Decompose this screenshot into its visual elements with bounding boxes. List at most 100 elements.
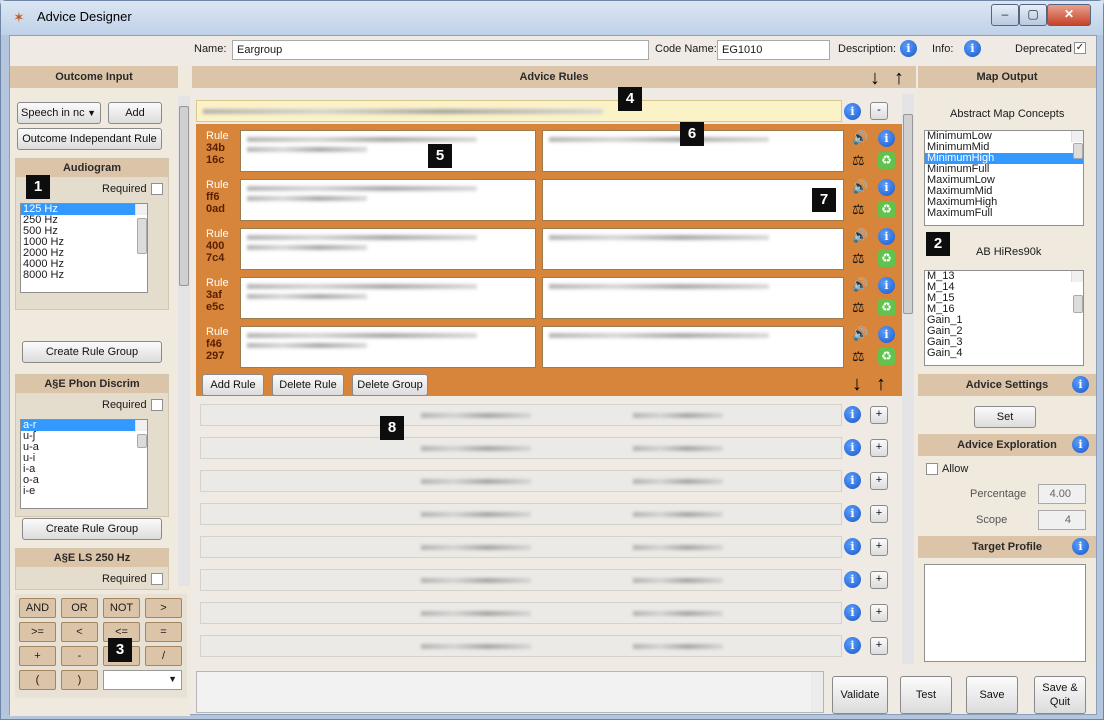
weight-icon[interactable]: ⚖ — [852, 299, 865, 316]
collapse-group-button[interactable]: - — [870, 102, 888, 120]
set-button[interactable]: Set — [974, 406, 1036, 428]
abstract-concepts-list[interactable]: MinimumLow MinimumMid MinimumHigh Minimu… — [924, 130, 1084, 226]
group-info-icon[interactable]: i — [844, 472, 861, 489]
phon-discrim-list-scroll-thumb[interactable] — [137, 434, 147, 448]
percentage-spinner[interactable]: 4.00 — [1038, 484, 1086, 504]
minus-operator-button[interactable]: - — [61, 646, 98, 666]
list-item[interactable]: a-r — [21, 420, 147, 431]
rule-action-box[interactable] — [542, 277, 844, 319]
outcome-type-dropdown[interactable]: Speech in nc ▼ — [17, 102, 101, 124]
rule-condition-box[interactable] — [240, 277, 536, 319]
advice-settings-info-icon[interactable]: i — [1072, 376, 1089, 393]
rule-action-box[interactable] — [542, 326, 844, 368]
not-operator-button[interactable]: NOT — [103, 598, 140, 618]
rules-scroll-thumb[interactable] — [903, 114, 913, 314]
gte-operator-button[interactable]: >= — [19, 622, 56, 642]
list-item[interactable]: MaximumFull — [925, 208, 1083, 219]
collapsed-rule-group[interactable] — [200, 503, 842, 525]
group-info-icon[interactable]: i — [844, 538, 861, 555]
list-item[interactable]: u-i — [21, 453, 147, 464]
speaker-icon[interactable]: 🔊 — [852, 277, 868, 293]
rule-info-icon[interactable]: i — [878, 326, 895, 343]
validate-button[interactable]: Validate — [832, 676, 888, 714]
group-info-icon[interactable]: i — [844, 439, 861, 456]
collapsed-rule-group[interactable] — [200, 536, 842, 558]
delete-group-button[interactable]: Delete Group — [352, 374, 428, 396]
outcome-independent-rule-button[interactable]: Outcome Independant Rule — [17, 128, 162, 150]
list-item[interactable]: o-a — [21, 475, 147, 486]
collapsed-rule-group[interactable] — [200, 404, 842, 426]
eq-operator-button[interactable]: = — [145, 622, 182, 642]
collapsed-rule-group[interactable] — [200, 602, 842, 624]
rule-action-box[interactable] — [542, 228, 844, 270]
move-rule-up-icon[interactable]: ↑ — [876, 374, 886, 394]
maximize-button[interactable]: ▢ — [1019, 4, 1047, 26]
group-info-icon[interactable]: i — [844, 637, 861, 654]
concepts-scroll-thumb[interactable] — [1073, 143, 1083, 159]
params-scrollbar[interactable] — [1071, 271, 1083, 313]
move-down-icon[interactable]: ↓ — [870, 68, 880, 88]
add-outcome-button[interactable]: Add — [108, 102, 162, 124]
list-item[interactable]: Gain_4 — [925, 348, 1083, 359]
rule-condition-box[interactable] — [240, 228, 536, 270]
move-up-icon[interactable]: ↑ — [894, 68, 904, 88]
close-button[interactable]: ✕ — [1047, 4, 1091, 26]
rule-condition-box[interactable] — [240, 179, 536, 221]
group-info-icon[interactable]: i — [844, 103, 861, 120]
rule-condition-box[interactable] — [240, 130, 536, 172]
add-rule-button[interactable]: Add Rule — [202, 374, 264, 396]
group-info-icon[interactable]: i — [844, 571, 861, 588]
save-button[interactable]: Save — [966, 676, 1018, 714]
list-item[interactable]: 8000 Hz — [21, 270, 147, 281]
minimize-button[interactable]: – — [991, 4, 1019, 26]
advice-exploration-info-icon[interactable]: i — [1072, 436, 1089, 453]
concepts-scrollbar[interactable] — [1071, 131, 1083, 159]
allow-checkbox[interactable] — [926, 463, 938, 475]
expand-group-button[interactable]: + — [870, 472, 888, 490]
params-scroll-thumb[interactable] — [1073, 295, 1083, 313]
phon-discrim-list[interactable]: a-r u-ʃ u-a u-i i-a o-a i-e — [20, 419, 148, 509]
and-operator-button[interactable]: AND — [19, 598, 56, 618]
close-paren-button[interactable]: ) — [61, 670, 98, 690]
recycle-icon[interactable]: ♻ — [878, 299, 895, 316]
divide-operator-button[interactable]: / — [145, 646, 182, 666]
info-info-icon[interactable]: i — [964, 40, 981, 57]
list-item[interactable]: u-ʃ — [21, 431, 147, 442]
speaker-icon[interactable]: 🔊 — [852, 179, 868, 195]
phon-discrim-list-scrollbar[interactable] — [135, 420, 147, 448]
test-button[interactable]: Test — [900, 676, 952, 714]
group-info-icon[interactable]: i — [844, 505, 861, 522]
gt-operator-button[interactable]: > — [145, 598, 182, 618]
rule-info-icon[interactable]: i — [878, 130, 895, 147]
plus-operator-button[interactable]: + — [19, 646, 56, 666]
expand-group-button[interactable]: + — [870, 406, 888, 424]
expand-group-button[interactable]: + — [870, 604, 888, 622]
delete-rule-button[interactable]: Delete Rule — [272, 374, 344, 396]
rule-info-icon[interactable]: i — [878, 228, 895, 245]
deprecated-checkbox[interactable]: ✓ — [1074, 42, 1086, 54]
operator-dropdown[interactable]: ▼ — [103, 670, 182, 690]
recycle-icon[interactable]: ♻ — [878, 201, 895, 218]
notes-scrollbar[interactable] — [811, 672, 823, 712]
outcome-scroll-thumb[interactable] — [179, 106, 189, 286]
expand-group-button[interactable]: + — [870, 571, 888, 589]
group-info-icon[interactable]: i — [844, 604, 861, 621]
audiogram-required-checkbox[interactable] — [151, 183, 163, 195]
expand-group-button[interactable]: + — [870, 538, 888, 556]
list-item[interactable]: i-e — [21, 486, 147, 497]
outcome-scrollbar[interactable] — [178, 96, 190, 586]
create-rule-group-button[interactable]: Create Rule Group — [22, 341, 162, 363]
recycle-icon[interactable]: ♻ — [878, 152, 895, 169]
rule-info-icon[interactable]: i — [878, 179, 895, 196]
speaker-icon[interactable]: 🔊 — [852, 130, 868, 146]
speaker-icon[interactable]: 🔊 — [852, 326, 868, 342]
weight-icon[interactable]: ⚖ — [852, 348, 865, 365]
audiogram-list[interactable]: 125 Hz 250 Hz 500 Hz 1000 Hz 2000 Hz 400… — [20, 203, 148, 293]
collapsed-rule-group[interactable] — [200, 470, 842, 492]
scope-spinner[interactable]: 4 — [1038, 510, 1086, 530]
rule-info-icon[interactable]: i — [878, 277, 895, 294]
group-info-icon[interactable]: i — [844, 406, 861, 423]
description-info-icon[interactable]: i — [900, 40, 917, 57]
audiogram-list-scrollbar[interactable] — [135, 204, 147, 254]
phon-discrim-required-checkbox[interactable] — [151, 399, 163, 411]
